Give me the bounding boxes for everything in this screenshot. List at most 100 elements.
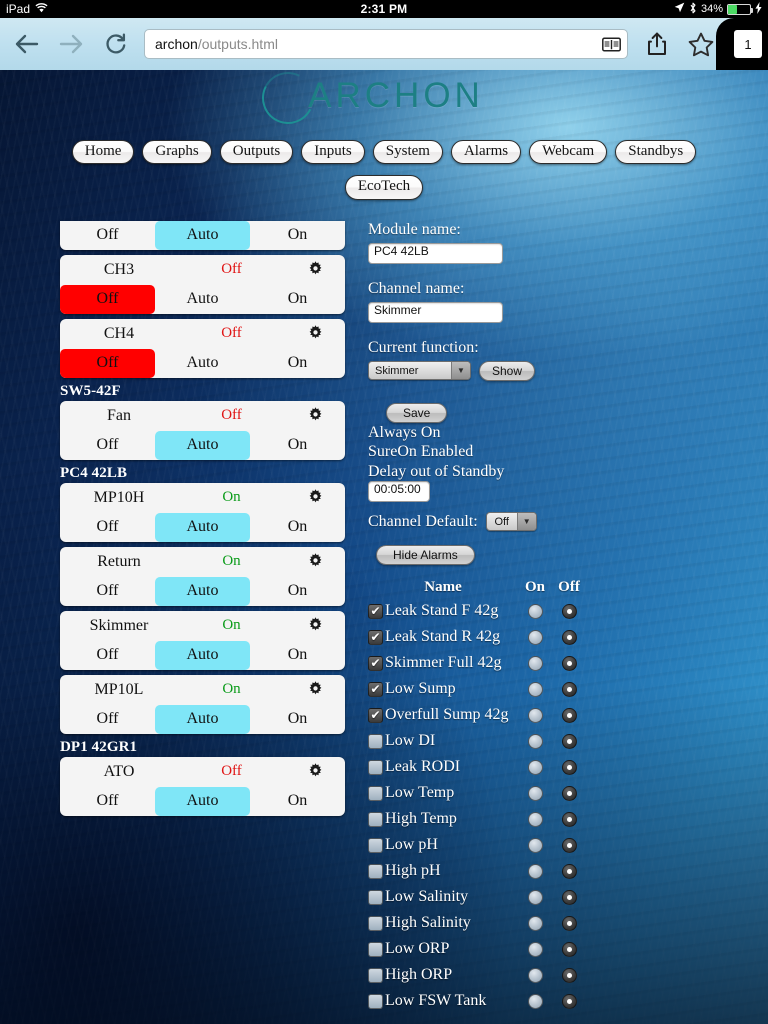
gear-icon[interactable] — [295, 260, 335, 279]
channel-mode-on-button[interactable]: On — [250, 513, 345, 542]
alarm-mode-on-radio[interactable] — [527, 941, 543, 957]
alarm-mode-on-radio[interactable] — [527, 785, 543, 801]
gear-icon[interactable] — [295, 552, 335, 571]
alarm-mode-off-radio[interactable] — [561, 941, 577, 957]
alarm-mode-off-radio[interactable] — [561, 915, 577, 931]
alarm-mode-off-radio[interactable] — [561, 655, 577, 671]
channel-mode-on-button[interactable]: On — [250, 787, 345, 816]
alarm-mode-on-radio[interactable] — [527, 863, 543, 879]
alarm-mode-off-radio[interactable] — [561, 681, 577, 697]
alarm-mode-off-radio[interactable] — [561, 707, 577, 723]
alarm-enable-checkbox[interactable] — [368, 915, 383, 931]
alarm-enable-checkbox[interactable]: ✔ — [368, 629, 383, 645]
gear-icon[interactable] — [295, 762, 335, 781]
alarm-enable-checkbox[interactable] — [368, 941, 383, 957]
nav-pill-home[interactable]: Home — [71, 140, 135, 165]
bookmark-star-icon[interactable] — [686, 29, 716, 59]
back-arrow-icon[interactable] — [12, 29, 42, 59]
alarm-mode-on-radio[interactable] — [527, 655, 543, 671]
channel-mode-off-button[interactable]: Off — [60, 431, 155, 460]
nav-pill-ecotech[interactable]: EcoTech — [344, 175, 424, 200]
channel-mode-auto-button[interactable]: Auto — [155, 640, 250, 670]
gear-icon[interactable] — [295, 406, 335, 425]
channel-mode-on-button[interactable]: On — [250, 285, 345, 314]
alarm-enable-checkbox[interactable] — [368, 785, 383, 801]
alarm-enable-checkbox[interactable] — [368, 837, 383, 853]
alarm-mode-off-radio[interactable] — [561, 889, 577, 905]
channel-mode-off-button[interactable]: Off — [60, 348, 155, 378]
channel-mode-on-button[interactable]: On — [250, 577, 345, 606]
channel-mode-off-button[interactable]: Off — [60, 221, 155, 250]
alarm-mode-on-radio[interactable] — [527, 629, 543, 645]
alarm-enable-checkbox[interactable]: ✔ — [368, 681, 383, 697]
channel-mode-off-button[interactable]: Off — [60, 641, 155, 670]
channel-mode-on-button[interactable]: On — [250, 431, 345, 460]
channel-mode-auto-button[interactable]: Auto — [155, 430, 250, 460]
alarm-mode-on-radio[interactable] — [527, 603, 543, 619]
alarm-enable-checkbox[interactable] — [368, 759, 383, 775]
alarm-mode-off-radio[interactable] — [561, 811, 577, 827]
alarm-enable-checkbox[interactable]: ✔ — [368, 655, 383, 671]
forward-arrow-icon[interactable] — [56, 29, 86, 59]
alarm-enable-checkbox[interactable] — [368, 863, 383, 879]
gear-icon[interactable] — [295, 324, 335, 343]
alarm-mode-off-radio[interactable] — [561, 603, 577, 619]
address-bar[interactable]: archon/outputs.html — [144, 29, 628, 59]
channel-mode-auto-button[interactable]: Auto — [155, 220, 250, 250]
nav-pill-inputs[interactable]: Inputs — [301, 140, 365, 165]
alarm-mode-off-radio[interactable] — [561, 993, 577, 1009]
alarm-mode-off-radio[interactable] — [561, 629, 577, 645]
channel-mode-off-button[interactable]: Off — [60, 577, 155, 606]
save-button[interactable]: Save — [386, 402, 448, 423]
channel-mode-auto-button[interactable]: Auto — [155, 349, 250, 378]
alarm-mode-on-radio[interactable] — [527, 681, 543, 697]
alarm-mode-on-radio[interactable] — [527, 707, 543, 723]
alarm-mode-on-radio[interactable] — [527, 915, 543, 931]
channel-mode-on-button[interactable]: On — [250, 641, 345, 670]
alarm-enable-checkbox[interactable] — [368, 889, 383, 905]
alarm-mode-on-radio[interactable] — [527, 889, 543, 905]
alarm-enable-checkbox[interactable] — [368, 733, 383, 749]
alarm-mode-on-radio[interactable] — [527, 993, 543, 1009]
nav-pill-graphs[interactable]: Graphs — [142, 140, 212, 165]
nav-pill-outputs[interactable]: Outputs — [219, 140, 294, 165]
channel-mode-off-button[interactable]: Off — [60, 513, 155, 542]
reader-view-icon[interactable] — [601, 36, 621, 52]
alarm-mode-on-radio[interactable] — [527, 811, 543, 827]
channel-mode-off-button[interactable]: Off — [60, 705, 155, 734]
channel-mode-on-button[interactable]: On — [250, 221, 345, 250]
alarm-mode-off-radio[interactable] — [561, 785, 577, 801]
alarm-mode-off-radio[interactable] — [561, 837, 577, 853]
channel-mode-on-button[interactable]: On — [250, 349, 345, 378]
channel-mode-auto-button[interactable]: Auto — [155, 512, 250, 542]
alarm-enable-checkbox[interactable] — [368, 967, 383, 983]
nav-pill-alarms[interactable]: Alarms — [450, 140, 522, 165]
alarm-enable-checkbox[interactable]: ✔ — [368, 707, 383, 723]
alarm-enable-checkbox[interactable]: ✔ — [368, 603, 383, 619]
nav-pill-system[interactable]: System — [372, 140, 443, 165]
channel-mode-on-button[interactable]: On — [250, 705, 345, 734]
alarm-enable-checkbox[interactable] — [368, 811, 383, 827]
alarm-mode-on-radio[interactable] — [527, 759, 543, 775]
alarm-enable-checkbox[interactable] — [368, 993, 383, 1009]
gear-icon[interactable] — [295, 680, 335, 699]
alarm-mode-on-radio[interactable] — [527, 733, 543, 749]
channel-default-select[interactable]: Off ▼ — [485, 512, 537, 532]
channel-mode-auto-button[interactable]: Auto — [155, 576, 250, 606]
channel-mode-auto-button[interactable]: Auto — [155, 704, 250, 734]
show-button[interactable]: Show — [479, 360, 536, 381]
alarm-mode-on-radio[interactable] — [527, 967, 543, 983]
gear-icon[interactable] — [295, 616, 335, 635]
module-name-input[interactable]: PC4 42LB — [368, 242, 503, 264]
channel-mode-auto-button[interactable]: Auto — [155, 285, 250, 314]
share-icon[interactable] — [642, 29, 672, 59]
alarm-mode-off-radio[interactable] — [561, 863, 577, 879]
channel-mode-auto-button[interactable]: Auto — [155, 786, 250, 816]
channel-name-input[interactable]: Skimmer — [368, 301, 503, 323]
nav-pill-standbys[interactable]: Standbys — [615, 140, 697, 165]
nav-pill-webcam[interactable]: Webcam — [529, 140, 608, 165]
hide-alarms-button[interactable]: Hide Alarms — [376, 545, 475, 566]
reload-icon[interactable] — [100, 29, 130, 59]
channel-mode-off-button[interactable]: Off — [60, 787, 155, 816]
alarm-mode-off-radio[interactable] — [561, 759, 577, 775]
